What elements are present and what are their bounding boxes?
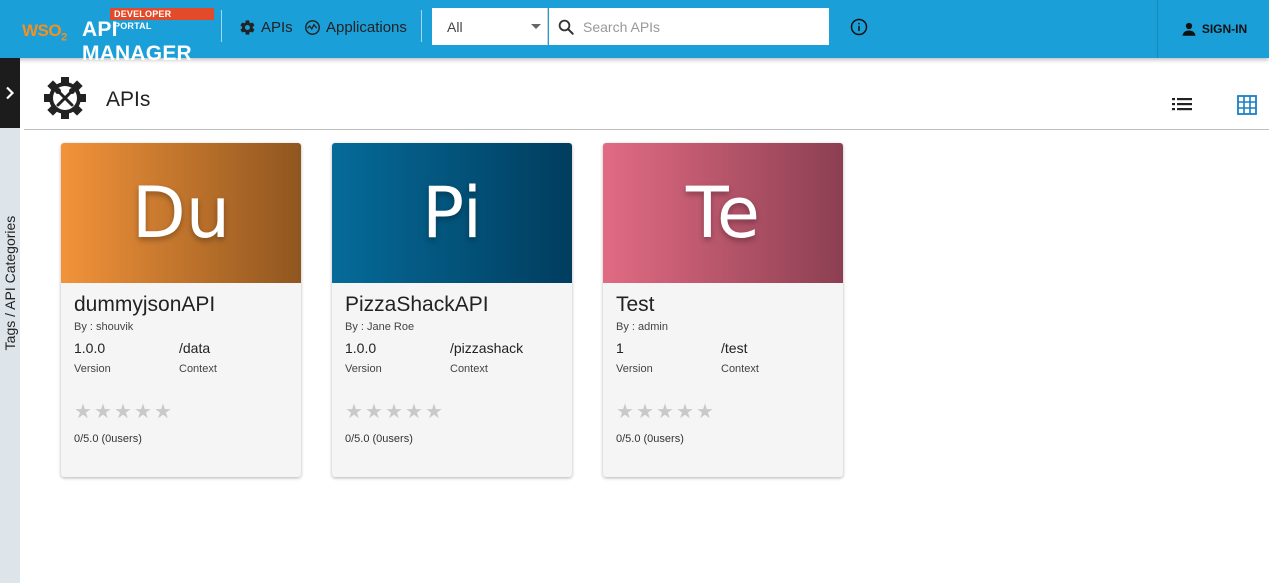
apis-gear-tools-icon: [44, 77, 86, 119]
nav-applications[interactable]: Applications: [304, 17, 407, 37]
api-provider: By : shouvik: [74, 321, 134, 333]
person-icon: [1182, 22, 1196, 36]
star-icon[interactable]: ★: [94, 402, 114, 422]
star-icon[interactable]: ★: [656, 402, 676, 422]
brand-prefix: WSO2: [22, 21, 67, 44]
rating-stars: ★ ★ ★ ★ ★: [345, 402, 445, 422]
star-icon[interactable]: ★: [74, 402, 94, 422]
rating-text: 0/5.0 (0users): [74, 433, 142, 445]
search-box: [549, 8, 829, 45]
api-context: /pizzashack: [450, 340, 524, 356]
api-card[interactable]: Te Test By : admin 1 Version /test Conte…: [603, 143, 843, 477]
top-app-bar: DEVELOPER PORTAL WSO2 API MANAGER APIs A…: [0, 0, 1269, 65]
api-card[interactable]: Pi PizzaShackAPI By : Jane Roe 1.0.0 Ver…: [332, 143, 572, 477]
star-icon[interactable]: ★: [425, 402, 445, 422]
wso2-logo[interactable]: DEVELOPER PORTAL WSO2 API MANAGER: [22, 8, 214, 65]
api-context-label: Context: [179, 363, 217, 375]
api-version: 1: [616, 340, 624, 356]
api-context: /data: [179, 340, 211, 356]
api-thumbnail-initials: Du: [131, 172, 231, 254]
api-provider: By : Jane Roe: [345, 321, 415, 333]
sign-in-button[interactable]: SIGN-IN: [1157, 0, 1269, 58]
search-filter-select[interactable]: All: [432, 8, 548, 45]
star-icon[interactable]: ★: [636, 402, 656, 422]
api-provider: By : admin: [616, 321, 668, 333]
rating-stars: ★ ★ ★ ★ ★: [616, 402, 716, 422]
star-icon[interactable]: ★: [365, 402, 385, 422]
rating-text: 0/5.0 (0users): [616, 433, 684, 445]
api-name[interactable]: Test: [616, 293, 655, 317]
dropdown-caret-icon: [531, 24, 541, 29]
chevron-right-icon: [6, 86, 15, 100]
api-version: 1.0.0: [74, 340, 106, 356]
api-name[interactable]: PizzaShackAPI: [345, 293, 489, 317]
rating-stars: ★ ★ ★ ★ ★: [74, 402, 174, 422]
search-input[interactable]: [583, 18, 823, 35]
api-card[interactable]: Du dummyjsonAPI By : shouvik 1.0.0 Versi…: [61, 143, 301, 477]
nav-applications-label: Applications: [326, 18, 407, 36]
star-icon[interactable]: ★: [345, 402, 365, 422]
rating-text: 0/5.0 (0users): [345, 433, 413, 445]
sidebar-toggle-button[interactable]: [0, 58, 20, 128]
search-filter-value: All: [447, 18, 463, 35]
divider: [421, 10, 422, 42]
tags-sidebar-label: Tags / API Categories: [2, 215, 18, 351]
grid-view-icon[interactable]: [1237, 95, 1257, 115]
star-icon[interactable]: ★: [676, 402, 696, 422]
nav-apis-label: APIs: [261, 18, 293, 36]
sign-in-label: SIGN-IN: [1201, 22, 1248, 36]
page-title: APIs: [106, 88, 151, 111]
api-thumbnail[interactable]: Te: [603, 143, 843, 283]
api-context: /test: [721, 340, 748, 356]
api-context-label: Context: [450, 363, 488, 375]
api-context-label: Context: [721, 363, 759, 375]
api-version-label: Version: [74, 363, 111, 375]
api-name[interactable]: dummyjsonAPI: [74, 293, 215, 317]
nav-apis[interactable]: APIs: [239, 17, 293, 37]
api-thumbnail-initials: Te: [686, 172, 760, 254]
star-icon[interactable]: ★: [134, 402, 154, 422]
gear-icon: [240, 19, 255, 35]
api-thumbnail[interactable]: Pi: [332, 143, 572, 283]
tags-sidebar[interactable]: [0, 128, 20, 583]
applications-icon: [305, 19, 320, 35]
star-icon[interactable]: ★: [385, 402, 405, 422]
api-version: 1.0.0: [345, 340, 377, 356]
divider: [221, 10, 222, 42]
api-thumbnail[interactable]: Du: [61, 143, 301, 283]
api-version-label: Version: [345, 363, 382, 375]
star-icon[interactable]: ★: [616, 402, 636, 422]
api-version-label: Version: [616, 363, 653, 375]
api-thumbnail-initials: Pi: [421, 172, 483, 254]
title-divider: [24, 129, 1269, 130]
star-icon[interactable]: ★: [405, 402, 425, 422]
star-icon[interactable]: ★: [154, 402, 174, 422]
info-icon[interactable]: [850, 18, 868, 36]
search-icon: [558, 19, 574, 35]
list-view-icon[interactable]: [1172, 96, 1192, 112]
star-icon[interactable]: ★: [114, 402, 134, 422]
star-icon[interactable]: ★: [696, 402, 716, 422]
brand-name: API MANAGER: [82, 18, 192, 65]
